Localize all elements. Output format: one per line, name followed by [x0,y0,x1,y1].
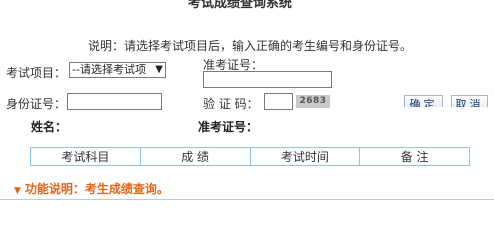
results-table: 考试科目 成 绩 考试时间 备 注 [30,147,470,166]
id-input[interactable] [67,93,162,110]
footer-divider [0,199,494,200]
exam-select-value: --请选择考试项 [72,63,146,76]
captcha-image[interactable]: 2683 [296,95,330,108]
confirm-button[interactable]: 确定 [404,95,443,107]
column-header: 考试科目 [30,147,141,166]
exam-select[interactable]: --请选择考试项 ▼ [69,62,166,78]
down-triangle-icon: ▼ [14,186,21,196]
function-description: ▼ 功能说明：考生成绩查询。 [14,180,169,197]
captcha-input[interactable] [264,93,293,110]
function-description-text: 功能说明：考生成绩查询。 [24,182,169,196]
dropdown-arrow-icon: ▼ [155,64,163,75]
captcha-label: 验 证 码： [203,97,259,111]
cancel-button[interactable]: 取消 [451,95,488,107]
column-header: 备 注 [359,147,470,166]
instruction-text: 说明：请选择考试项目后，输入正确的考生编号和身份证号。 [88,39,413,53]
column-header: 考试时间 [249,147,361,166]
id-label: 身份证号： [6,97,67,111]
table-header-row: 考试科目 成 绩 考试时间 备 注 [30,147,470,166]
result-name-label: 姓名： [31,120,68,134]
exam-label: 考试项目： [6,66,67,80]
column-header: 成 绩 [139,147,251,166]
admission-input[interactable] [203,71,332,88]
result-admission-label: 准考证号： [198,120,259,134]
page-title: 考试成绩查询系统 [188,0,293,11]
